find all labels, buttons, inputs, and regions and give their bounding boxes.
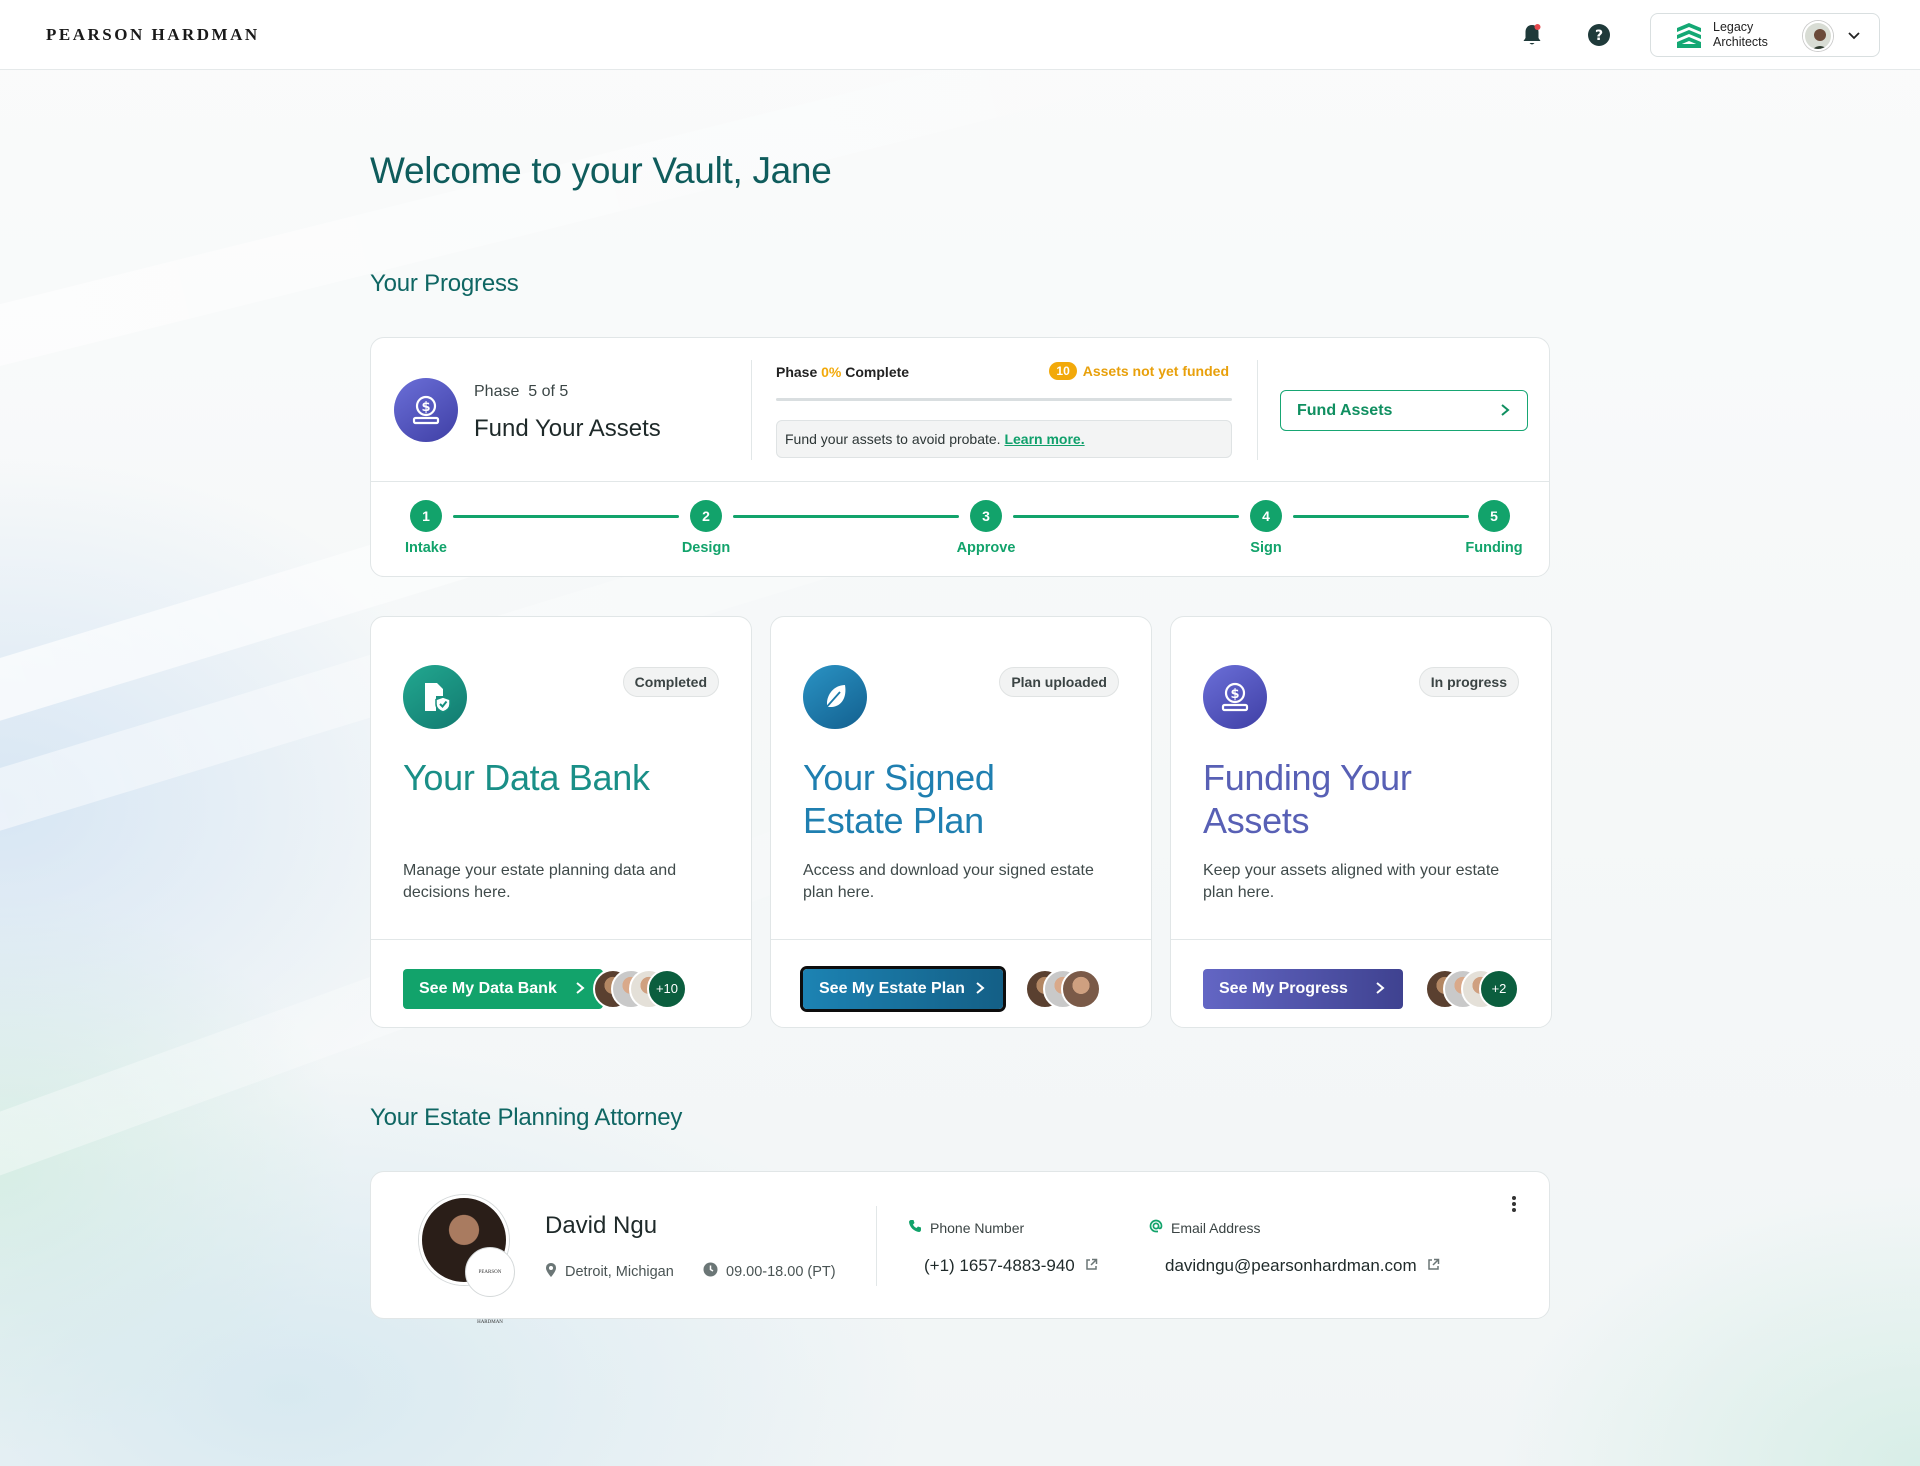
estate-plan-card: Plan uploaded Your Signed Estate Plan Ac… [770, 616, 1152, 1028]
attorney-section-title: Your Estate Planning Attorney [370, 1104, 683, 1131]
top-bar: Pearson Hardman ? Legacy Architects [0, 0, 1920, 70]
step-intake[interactable]: 1 Intake [386, 500, 466, 556]
divider [1171, 939, 1551, 940]
funding-note: Fund your assets to avoid probate. Learn… [776, 420, 1232, 458]
phase-label: Phase 5 of 5 [474, 383, 569, 400]
card-title: Funding Your Assets [1203, 757, 1412, 841]
divider [751, 360, 752, 460]
more-avatars-count: +2 [1479, 969, 1519, 1009]
progress-section-title: Your Progress [370, 270, 519, 297]
attorney-card: Pearson Hardman David Ngu Detroit, Michi… [370, 1171, 1550, 1325]
firm-badge: Pearson Hardman [465, 1247, 515, 1325]
divider [371, 481, 1549, 482]
card-description: Access and download your signed estate p… [803, 862, 1094, 901]
phase-completion: Phase 0% Complete [776, 364, 910, 380]
see-estate-plan-button[interactable]: See My Estate Plan [803, 969, 1003, 1009]
step-connector [453, 515, 679, 518]
see-data-bank-button[interactable]: See My Data Bank [403, 969, 603, 1009]
user-avatar [1803, 21, 1833, 51]
chevron-down-icon [1847, 28, 1861, 47]
document-shield-icon [403, 665, 467, 729]
step-design[interactable]: 2 Design [666, 500, 746, 556]
progress-card: $ Phase 5 of 5 Fund Your Assets Phase 0%… [370, 337, 1550, 577]
org-name: Legacy Architects [1713, 20, 1768, 49]
help-icon[interactable]: ? [1586, 22, 1612, 48]
phone-number[interactable]: (+1) 1657-4883-940 [924, 1256, 1098, 1276]
svg-text:$: $ [421, 400, 430, 415]
chevron-right-icon [975, 981, 985, 1000]
bell-icon[interactable] [1519, 22, 1545, 48]
data-bank-card: Completed Your Data Bank Manage your est… [370, 616, 752, 1028]
chevron-right-icon [1499, 403, 1511, 422]
divider [876, 1206, 877, 1286]
avatar [1061, 969, 1101, 1009]
attorney-location: Detroit, Michigan [545, 1262, 674, 1282]
svg-text:$: $ [1230, 687, 1239, 702]
org-switcher[interactable]: Legacy Architects [1650, 13, 1880, 57]
divider [371, 939, 751, 940]
step-sign[interactable]: 4 Sign [1226, 500, 1306, 556]
attorney-name: David Ngu [545, 1212, 658, 1239]
money-bag-icon: $ [394, 378, 458, 442]
external-link-icon [1085, 1256, 1098, 1276]
email-label: Email Address [1149, 1219, 1260, 1236]
email-address[interactable]: davidngu@pearsonhardman.com [1165, 1256, 1440, 1276]
card-title: Your Signed Estate Plan [803, 757, 995, 841]
money-bag-icon: $ [1203, 665, 1267, 729]
status-badge: Completed [622, 667, 719, 697]
chevron-right-icon [575, 981, 585, 1000]
clock-icon [703, 1262, 718, 1281]
page-title: Welcome to your Vault, Jane [370, 150, 832, 191]
more-options-icon[interactable] [1511, 1194, 1517, 1219]
learn-more-link[interactable]: Learn more. [1004, 431, 1084, 447]
step-connector [1293, 515, 1469, 518]
more-avatars-count: +10 [647, 969, 687, 1009]
org-logo-icon [1675, 22, 1703, 55]
card-description: Manage your estate planning data and dec… [403, 862, 677, 901]
unfunded-assets-badge: 10 Assets not yet funded [1049, 362, 1229, 380]
at-sign-icon [1149, 1219, 1163, 1236]
phase-progress-bar [776, 398, 1232, 401]
phone-label: Phone Number [908, 1219, 1024, 1236]
phase-title: Fund Your Assets [474, 415, 661, 442]
fund-assets-button[interactable]: Fund Assets [1280, 390, 1528, 431]
chevron-right-icon [1375, 981, 1385, 1000]
status-badge: Plan uploaded [999, 667, 1119, 697]
step-funding[interactable]: 5 Funding [1454, 500, 1534, 556]
divider [1257, 360, 1258, 460]
svg-text:?: ? [1595, 28, 1603, 44]
phone-icon [908, 1219, 922, 1236]
card-description: Keep your assets aligned with your estat… [1203, 862, 1500, 901]
external-link-icon [1427, 1256, 1440, 1276]
card-title: Your Data Bank [403, 757, 650, 798]
step-connector [1013, 515, 1239, 518]
step-connector [733, 515, 959, 518]
step-approve[interactable]: 3 Approve [946, 500, 1026, 556]
status-badge: In progress [1418, 667, 1519, 697]
feather-icon [803, 665, 867, 729]
divider [771, 939, 1151, 940]
funding-card: $ In progress Funding Your Assets Keep y… [1170, 616, 1552, 1028]
see-progress-button[interactable]: See My Progress [1203, 969, 1403, 1009]
attorney-hours: 09.00-18.00 (PT) [703, 1262, 836, 1281]
location-pin-icon [545, 1262, 557, 1282]
logo[interactable]: Pearson Hardman [46, 25, 260, 45]
